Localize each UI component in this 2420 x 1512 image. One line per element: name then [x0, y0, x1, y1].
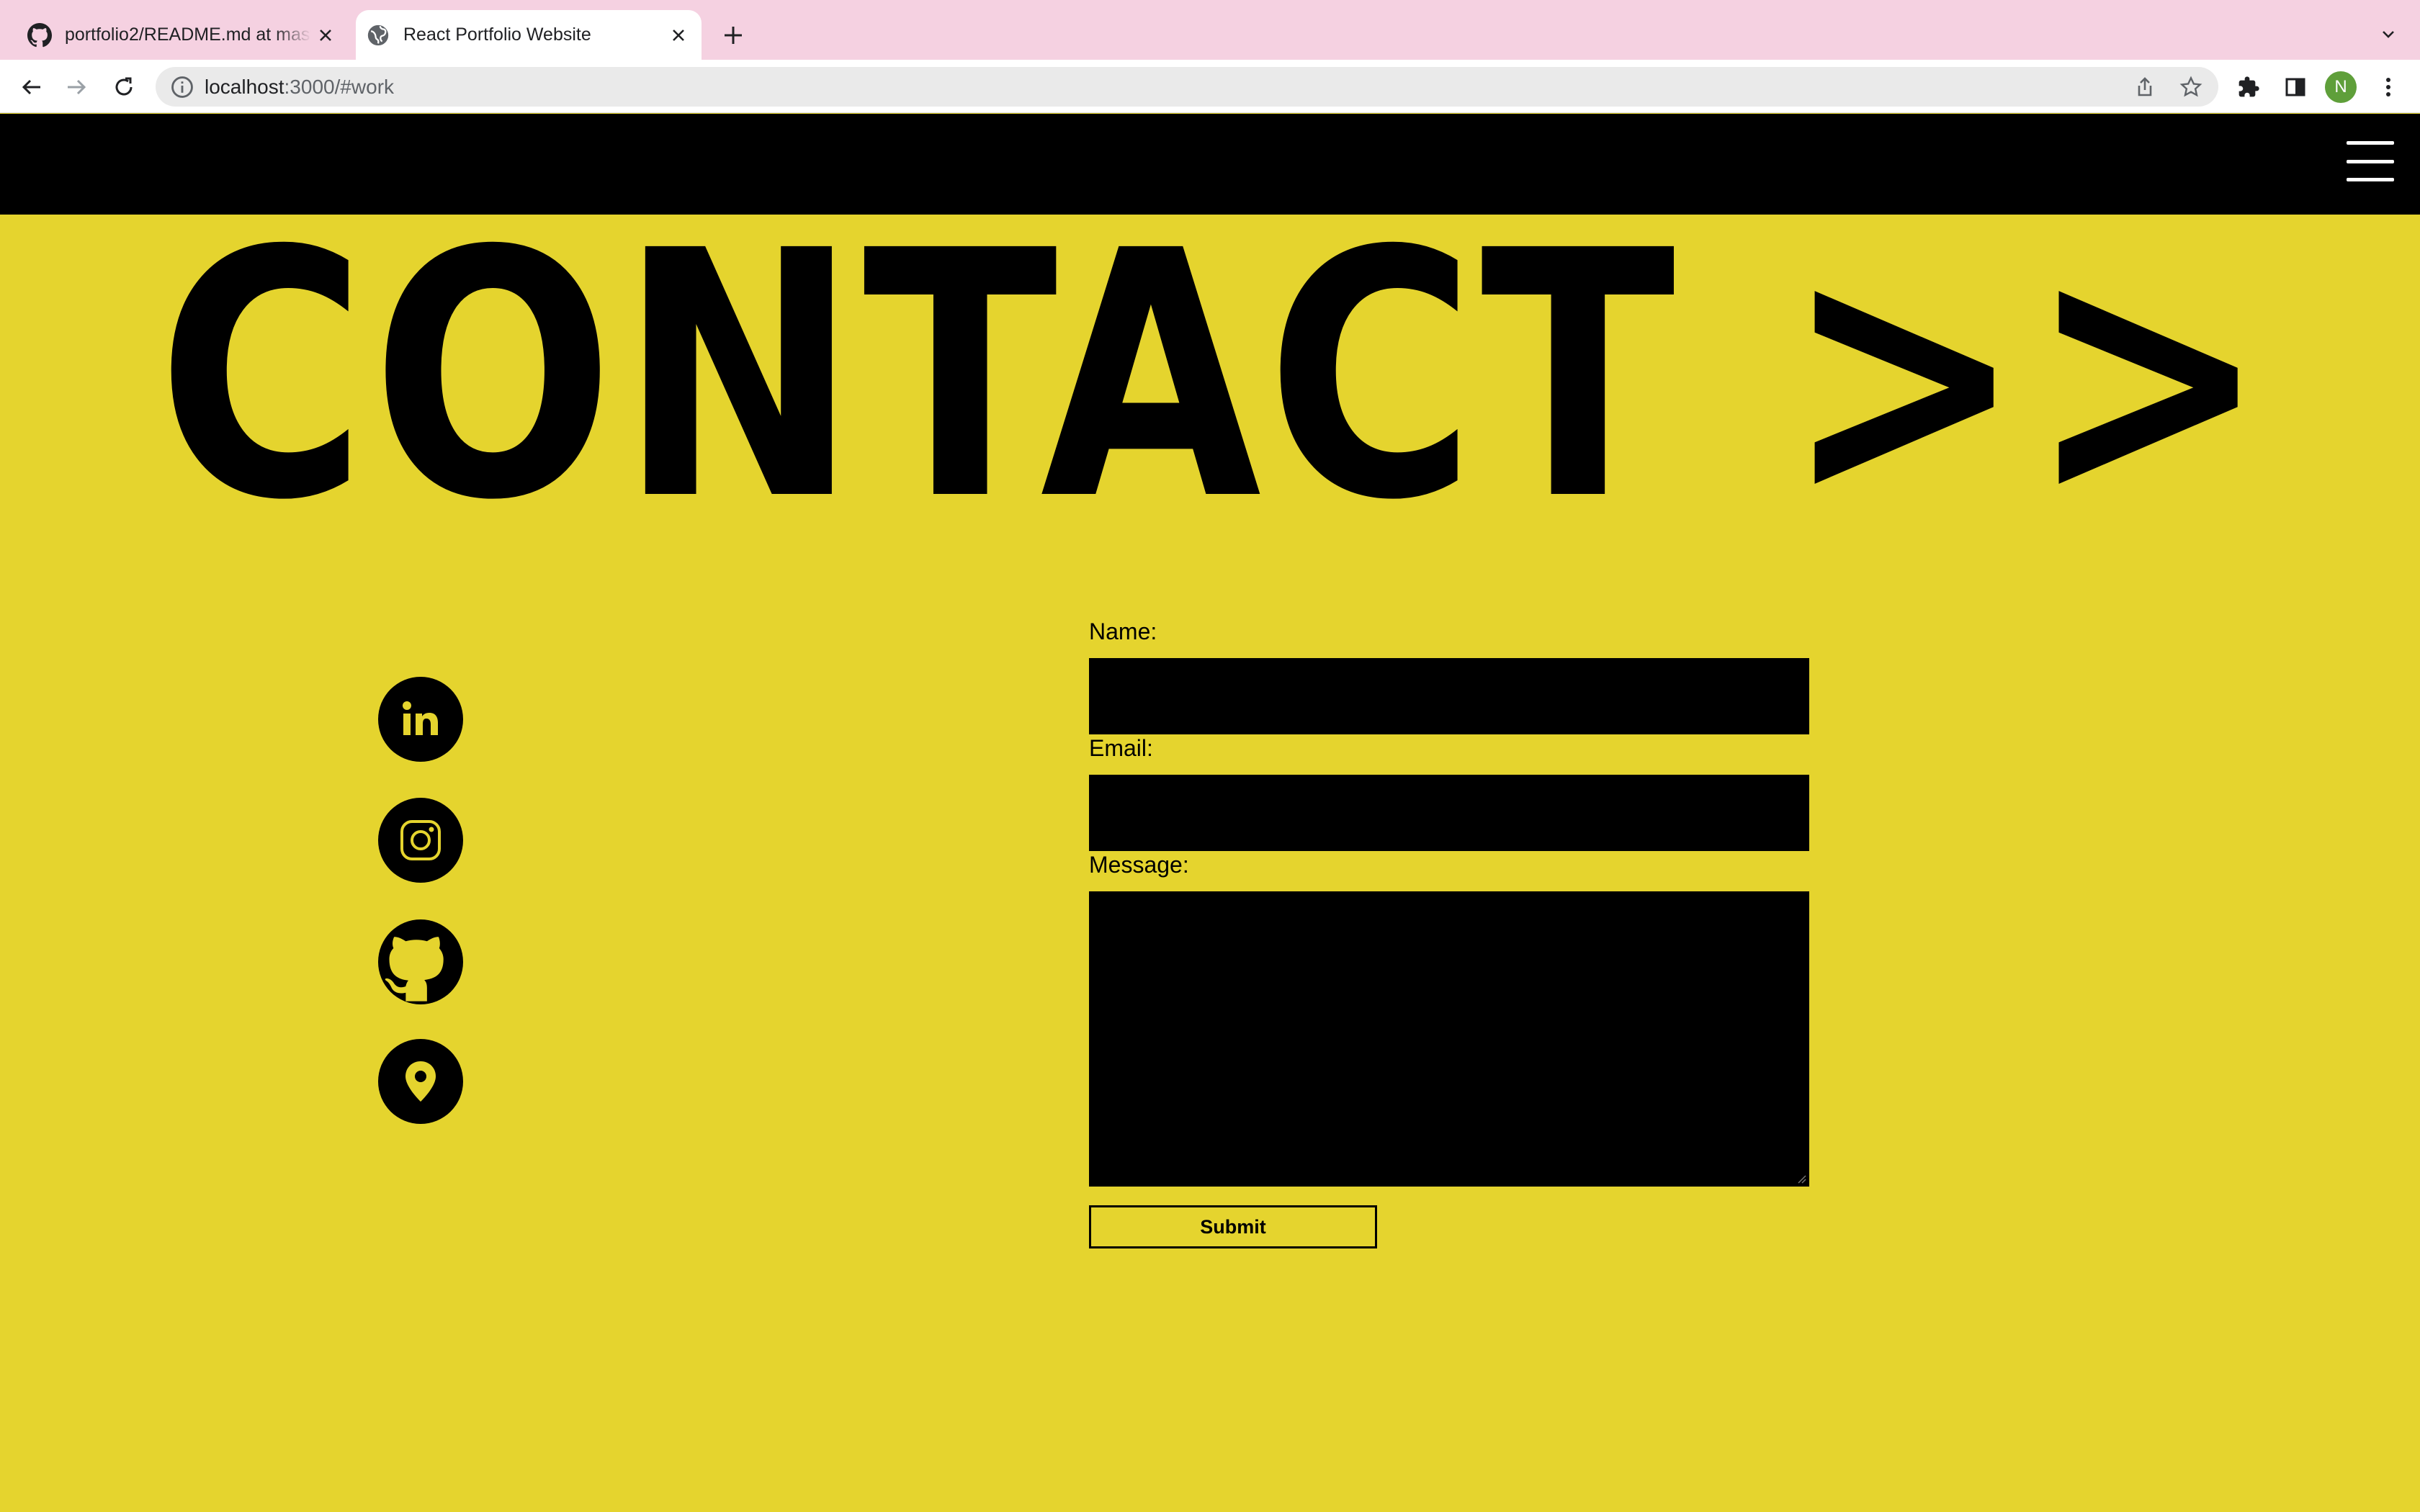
- bookmark-button[interactable]: [2174, 67, 2208, 107]
- close-icon[interactable]: [664, 21, 693, 50]
- address-bar[interactable]: localhost:3000/#work: [156, 67, 2218, 107]
- hamburger-line: [2347, 178, 2394, 181]
- linkedin-link[interactable]: [378, 677, 463, 762]
- menu-button[interactable]: [2371, 70, 2406, 104]
- extensions-button[interactable]: [2231, 70, 2266, 104]
- submit-button[interactable]: Submit: [1089, 1205, 1377, 1248]
- url-path: :3000/#work: [284, 75, 395, 98]
- url-text: localhost:3000/#work: [205, 76, 394, 99]
- chevron-down-icon: [2383, 31, 2394, 38]
- browser-tab-strip: portfolio2/README.md at master React Por…: [0, 0, 2420, 60]
- side-panel-button[interactable]: [2278, 70, 2313, 104]
- globe-icon: [367, 24, 389, 45]
- github-icon: [385, 937, 444, 1002]
- new-tab-button[interactable]: [717, 19, 749, 51]
- instagram-icon: [400, 820, 441, 860]
- contact-heading: CONTACT >>: [157, 179, 2273, 575]
- forward-button[interactable]: [59, 70, 94, 104]
- hamburger-line: [2347, 141, 2394, 145]
- browser-toolbar: localhost:3000/#work N: [0, 60, 2420, 113]
- back-button[interactable]: [14, 70, 49, 104]
- kebab-menu-icon: [2386, 78, 2390, 96]
- tab-react-portfolio[interactable]: React Portfolio Website: [356, 10, 702, 60]
- side-panel-icon: [2285, 78, 2305, 96]
- resize-handle-icon[interactable]: [1796, 1174, 1806, 1184]
- plus-icon: [725, 27, 742, 44]
- github-icon: [27, 22, 52, 47]
- tab-title: portfolio2/README.md at master: [65, 24, 311, 45]
- arrow-left-icon: [22, 79, 40, 95]
- email-input[interactable]: [1089, 775, 1809, 851]
- message-textarea[interactable]: [1089, 891, 1809, 1187]
- linkedin-icon: [403, 701, 438, 735]
- instagram-link[interactable]: [378, 798, 463, 883]
- location-link[interactable]: [378, 1039, 463, 1124]
- name-input[interactable]: [1089, 658, 1809, 734]
- location-pin-icon: [405, 1061, 436, 1102]
- email-label: Email:: [1089, 735, 1153, 761]
- tab-search-button[interactable]: [2374, 20, 2403, 49]
- hamburger-line: [2347, 159, 2394, 163]
- url-host: localhost: [205, 75, 284, 98]
- tab-title: React Portfolio Website: [403, 24, 591, 45]
- arrow-right-icon: [68, 79, 86, 95]
- info-icon[interactable]: [170, 75, 194, 99]
- name-label: Name:: [1089, 618, 1157, 644]
- puzzle-icon: [2238, 76, 2259, 97]
- hamburger-menu-icon[interactable]: [2347, 141, 2394, 181]
- close-icon[interactable]: [311, 21, 340, 50]
- tab-github-readme[interactable]: portfolio2/README.md at master: [17, 10, 349, 60]
- reload-button[interactable]: [107, 70, 141, 104]
- star-icon: [2179, 76, 2202, 96]
- share-icon: [2138, 76, 2152, 96]
- message-label: Message:: [1089, 852, 1189, 878]
- profile-avatar[interactable]: N: [2325, 71, 2357, 103]
- github-link[interactable]: [378, 919, 463, 1004]
- reload-icon: [115, 77, 133, 96]
- share-button[interactable]: [2128, 67, 2162, 107]
